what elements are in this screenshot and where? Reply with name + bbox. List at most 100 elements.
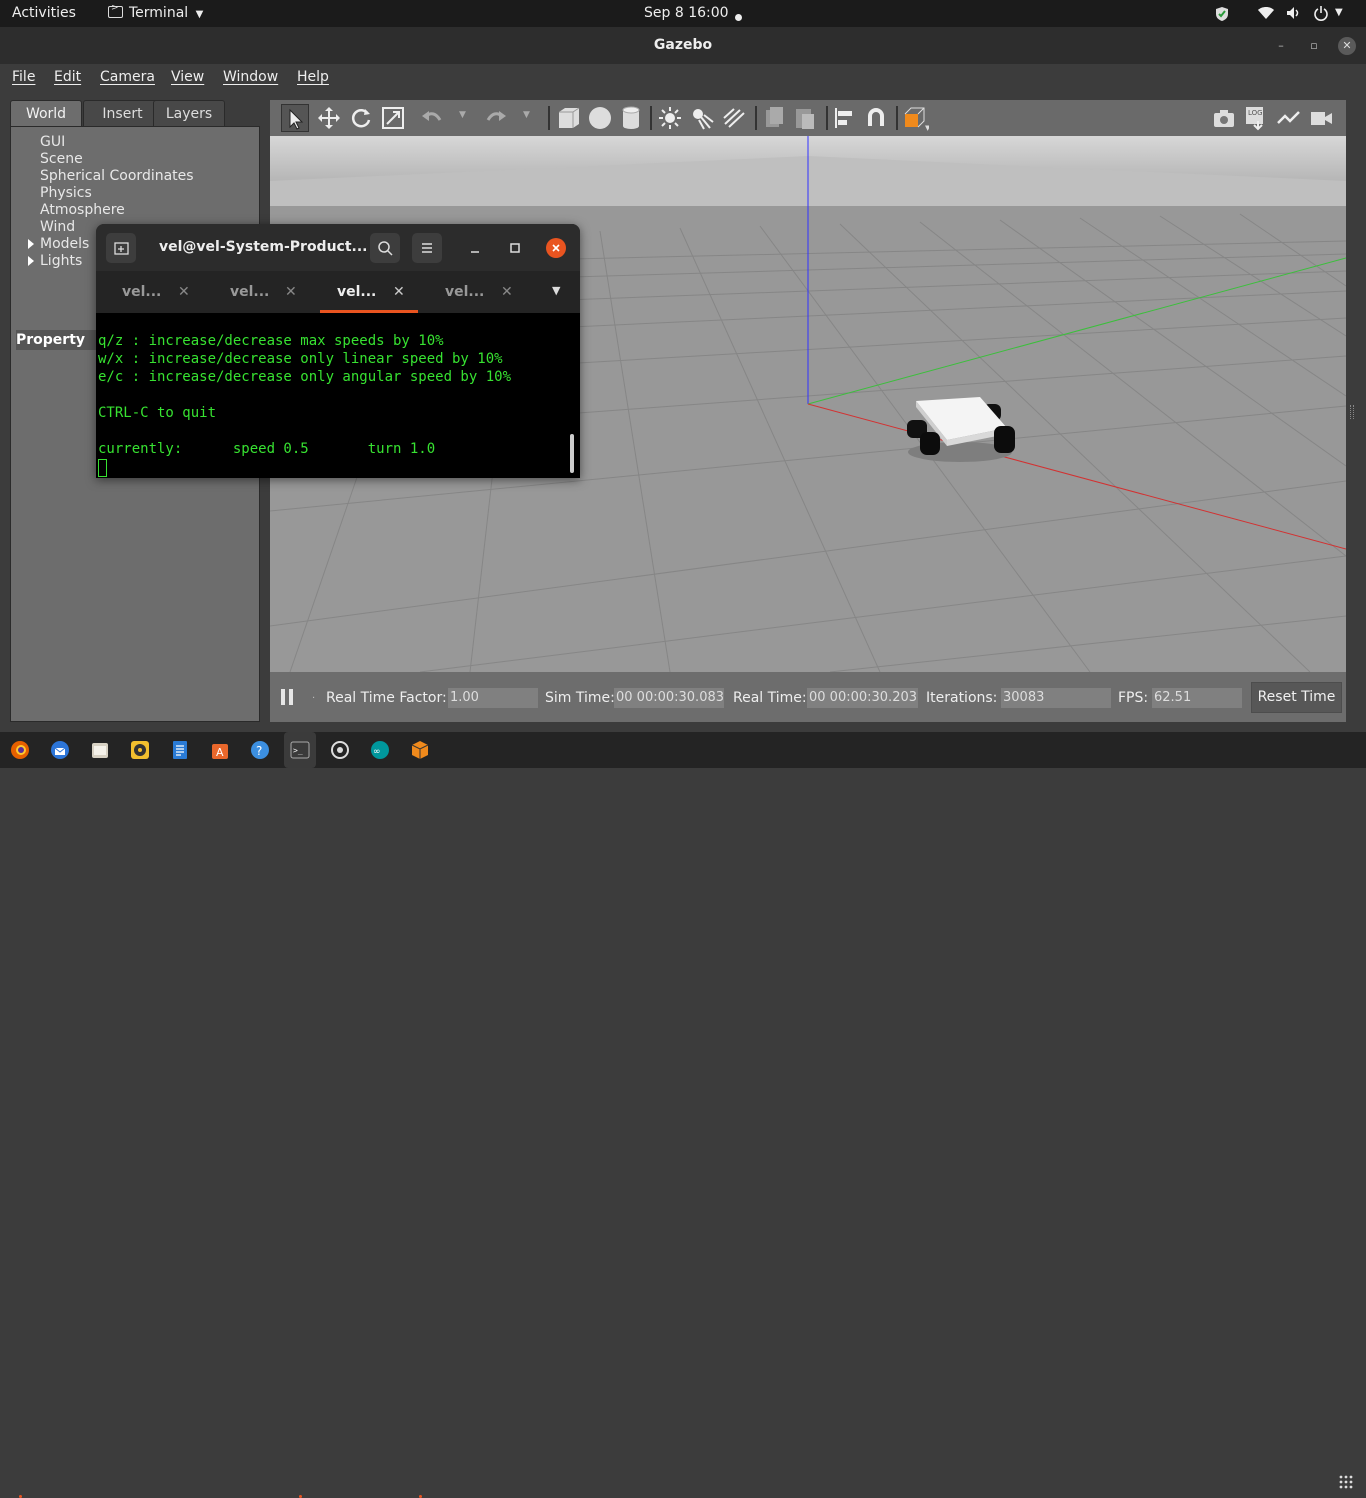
search-button[interactable]	[370, 233, 400, 263]
tree-item-models[interactable]: Models	[40, 236, 89, 252]
cylinder-shape-icon[interactable]	[617, 104, 645, 132]
redo-dropdown-icon[interactable]: ▼	[523, 110, 530, 120]
power-icon[interactable]	[1313, 5, 1329, 21]
align-icon[interactable]	[831, 104, 859, 132]
pause-icon[interactable]	[280, 689, 294, 705]
copy-icon[interactable]	[760, 104, 788, 132]
camera-screenshot-icon[interactable]	[1210, 104, 1238, 132]
arduino-icon[interactable]: ∞	[370, 740, 390, 760]
log-icon[interactable]: LOG	[1242, 104, 1270, 132]
writer-icon[interactable]	[170, 740, 190, 760]
point-light-icon[interactable]	[656, 104, 684, 132]
robot-model[interactable]	[907, 397, 1015, 462]
undo-icon[interactable]	[418, 104, 446, 132]
sphere-shape-icon[interactable]	[586, 104, 614, 132]
toolbar-separator	[755, 106, 757, 130]
tab-insert[interactable]: Insert	[83, 100, 162, 127]
rtf-label: Real Time Factor:	[326, 690, 447, 706]
terminal-tab-4[interactable]: vel...	[445, 271, 484, 313]
tree-item-lights[interactable]: Lights	[40, 253, 82, 269]
tabs-dropdown-icon[interactable]: ▼	[552, 284, 560, 297]
system-menu-chevron-icon[interactable]: ▼	[1335, 7, 1343, 18]
toolbar: ▼ ▼ ▼ LOG	[270, 100, 1346, 136]
tree-item-scene[interactable]: Scene	[40, 151, 83, 167]
terminal-tab-1[interactable]: vel...	[122, 271, 161, 313]
show-applications-icon[interactable]	[1339, 1475, 1353, 1489]
scale-icon[interactable]	[379, 104, 407, 132]
close-icon[interactable]: ✕	[1338, 37, 1356, 55]
terminal-output[interactable]: q/z : increase/decrease max speeds by 10…	[96, 313, 580, 478]
tab-close-icon[interactable]: ✕	[285, 271, 297, 313]
plot-icon[interactable]	[1275, 104, 1303, 132]
view-angle-icon[interactable]: ▼	[901, 104, 929, 132]
wifi-icon[interactable]	[1257, 6, 1275, 20]
snap-magnet-icon[interactable]	[862, 104, 890, 132]
tab-close-icon[interactable]: ✕	[178, 271, 190, 313]
expand-arrow-icon[interactable]	[28, 239, 34, 249]
maximize-icon[interactable]	[507, 240, 523, 256]
activities-button[interactable]: Activities	[12, 5, 76, 21]
window-title: Gazebo	[653, 37, 713, 53]
menu-camera[interactable]: Camera	[100, 69, 155, 85]
terminal-scrollbar[interactable]	[570, 434, 574, 473]
select-mode-button[interactable]	[281, 104, 309, 132]
minimize-icon[interactable]	[467, 240, 483, 256]
firefox-icon[interactable]	[10, 740, 30, 760]
rotate-icon[interactable]	[347, 104, 375, 132]
terminal-tab-bar: vel... ✕ vel... ✕ vel... ✕ vel... ✕ ▼	[96, 271, 580, 313]
resize-handle[interactable]	[1350, 405, 1354, 419]
tab-close-icon[interactable]: ✕	[501, 271, 513, 313]
files-icon[interactable]	[90, 740, 110, 760]
help-icon[interactable]: ?	[250, 740, 270, 760]
tree-item-wind[interactable]: Wind	[40, 219, 75, 235]
tab-layers[interactable]: Layers	[153, 100, 225, 127]
tree-item-physics[interactable]: Physics	[40, 185, 92, 201]
terminal-tab-2[interactable]: vel...	[230, 271, 269, 313]
menu-window[interactable]: Window	[223, 69, 278, 85]
step-dot: .	[312, 690, 316, 701]
video-record-icon[interactable]	[1307, 104, 1335, 132]
box-shape-icon[interactable]	[555, 104, 583, 132]
gazebo-app-icon[interactable]	[410, 740, 430, 760]
reset-time-button[interactable]: Reset Time	[1251, 682, 1342, 713]
software-center-icon[interactable]: A	[210, 740, 230, 760]
paste-icon[interactable]	[791, 104, 819, 132]
clock[interactable]: Sep 8 16:00	[644, 5, 729, 21]
hamburger-menu-button[interactable]	[412, 233, 442, 263]
minimize-icon[interactable]: –	[1272, 37, 1290, 55]
chevron-down-icon: ▼	[195, 9, 204, 20]
ubuntu-settings-icon[interactable]	[330, 740, 350, 760]
svg-text:?: ?	[256, 744, 262, 758]
terminal-tab-3[interactable]: vel...	[337, 271, 376, 313]
tree-item-spherical-coordinates[interactable]: Spherical Coordinates	[40, 168, 194, 184]
new-tab-button[interactable]	[106, 233, 136, 263]
tree-item-atmosphere[interactable]: Atmosphere	[40, 202, 125, 218]
translate-icon[interactable]	[315, 104, 343, 132]
app-menu-terminal[interactable]: Terminal ▼	[108, 3, 204, 21]
tab-close-icon[interactable]: ✕	[393, 271, 405, 313]
shield-icon[interactable]	[1215, 6, 1229, 22]
close-button[interactable]	[546, 238, 566, 258]
expand-arrow-icon[interactable]	[28, 256, 34, 266]
terminal-line: e/c : increase/decrease only angular spe…	[98, 369, 512, 385]
thunderbird-icon[interactable]	[50, 740, 70, 760]
cursor-icon	[289, 108, 304, 130]
rhythmbox-icon[interactable]	[130, 740, 150, 760]
terminal-icon	[108, 3, 123, 18]
spot-light-icon[interactable]	[688, 104, 716, 132]
iterations-value: 30083	[1001, 688, 1111, 708]
sim-time-label: Sim Time:	[545, 690, 615, 706]
menu-file[interactable]: File	[12, 69, 35, 85]
maximize-icon[interactable]: ▫	[1305, 37, 1323, 55]
redo-icon[interactable]	[482, 104, 510, 132]
tab-world[interactable]: World	[10, 100, 82, 127]
terminal-app-icon[interactable]: >_	[290, 740, 310, 760]
tree-item-gui[interactable]: GUI	[40, 134, 65, 150]
menu-help[interactable]: Help	[297, 69, 329, 85]
undo-dropdown-icon[interactable]: ▼	[459, 110, 466, 120]
hamburger-menu-icon	[422, 243, 432, 253]
directional-light-icon[interactable]	[720, 104, 748, 132]
menu-view[interactable]: View	[171, 69, 204, 85]
menu-edit[interactable]: Edit	[54, 69, 81, 85]
volume-icon[interactable]	[1286, 6, 1302, 20]
